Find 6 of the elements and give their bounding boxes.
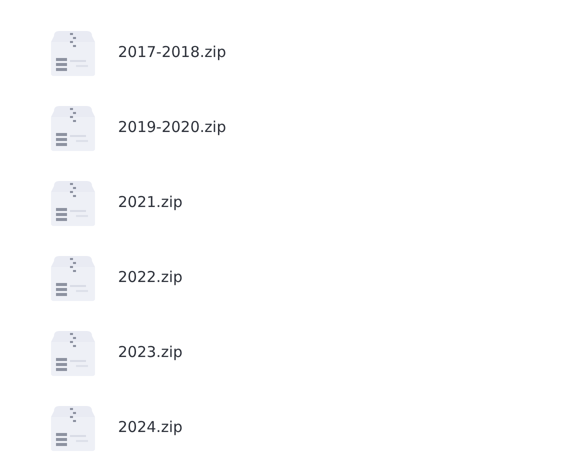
file-name[interactable]: 2024.zip xyxy=(118,416,183,439)
file-name[interactable]: 2022.zip xyxy=(118,266,183,289)
file-name[interactable]: 2017-2018.zip xyxy=(118,41,226,64)
file-name[interactable]: 2023.zip xyxy=(118,341,183,364)
file-name[interactable]: 2021.zip xyxy=(118,191,183,214)
file-name[interactable]: 2019-2020.zip xyxy=(118,116,226,139)
